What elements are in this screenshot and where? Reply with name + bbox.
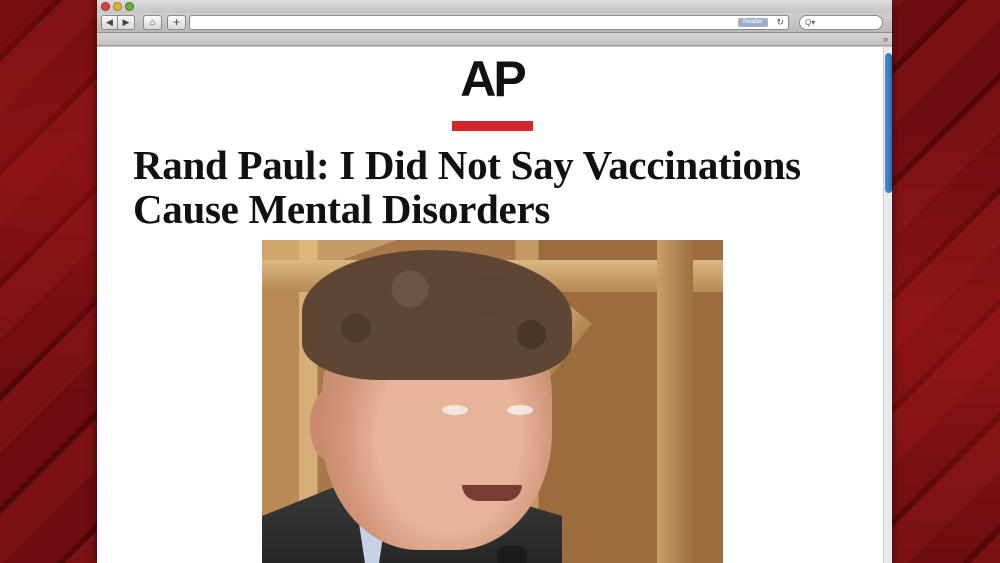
scrollbar-thumb[interactable] [885,53,892,193]
reader-button[interactable]: Reader [738,18,768,27]
close-window-button[interactable] [101,2,110,11]
photo-mouth [462,485,522,501]
photo-eye [442,405,468,415]
browser-window: ◀ ▶ ⌂ + Reader ↻ Q▾ » AP Rand Paul: I Di… [97,0,892,563]
title-bar [97,0,892,13]
search-field[interactable]: Q▾ [799,15,883,30]
article-photo [262,240,723,563]
reload-icon[interactable]: ↻ [776,16,784,29]
ap-logo: AP [460,51,526,107]
search-icon: Q▾ [805,18,816,27]
back-button[interactable]: ◀ [101,15,118,30]
forward-button[interactable]: ▶ [118,15,135,30]
add-bookmark-button[interactable]: + [167,15,186,30]
zoom-window-button[interactable] [125,2,134,11]
photo-microphone [497,545,527,563]
forward-arrow-icon: ▶ [122,17,130,27]
bookmarks-overflow-icon[interactable]: » [883,33,888,45]
bookmarks-bar: » [97,33,892,46]
logo-accent-bar [452,121,533,131]
address-bar[interactable]: Reader ↻ [189,15,789,30]
photo-hair [302,250,572,380]
back-arrow-icon: ◀ [106,17,113,27]
photo-background-beam [657,240,693,563]
home-icon: ⌂ [149,17,156,27]
photo-eye [507,405,533,415]
plus-icon: + [172,15,180,29]
browser-toolbar: ◀ ▶ ⌂ + Reader ↻ Q▾ [97,13,892,33]
minimize-window-button[interactable] [113,2,122,11]
web-page-content: AP Rand Paul: I Did Not Say Vaccinations… [97,47,883,563]
article-headline: Rand Paul: I Did Not Say Vaccinations Ca… [133,142,801,232]
home-button[interactable]: ⌂ [143,15,162,30]
vertical-scrollbar[interactable] [883,47,892,563]
